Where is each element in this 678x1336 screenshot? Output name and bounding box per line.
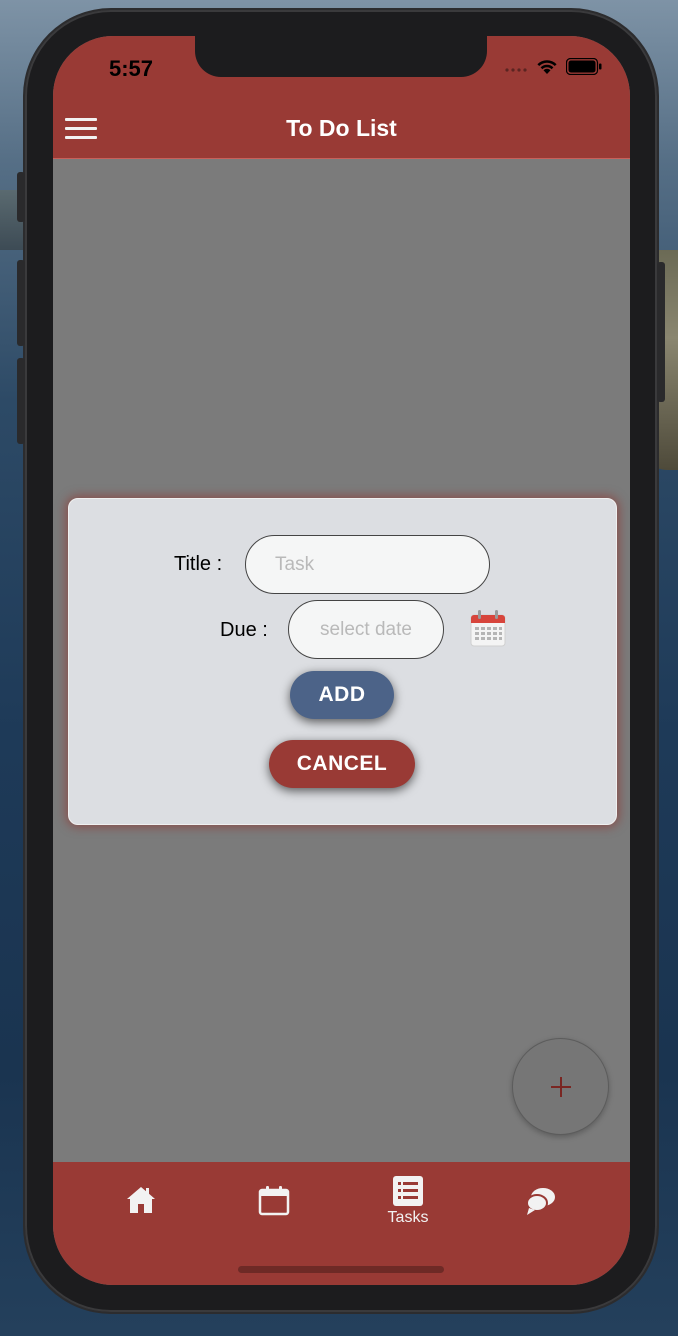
due-label: Due : <box>220 619 268 641</box>
calendar-picker-icon[interactable] <box>470 609 506 647</box>
cellular-signal-icon <box>505 67 527 72</box>
title-input-placeholder: Task <box>275 553 315 575</box>
add-task-fab[interactable] <box>512 1038 609 1135</box>
notch <box>195 36 487 77</box>
tab-chat[interactable] <box>491 1186 591 1240</box>
add-task-dialog: Title : Task Due : select date ADD CANCE… <box>68 498 617 825</box>
power-button <box>657 262 665 402</box>
home-icon <box>127 1187 155 1213</box>
volume-down-button <box>17 358 25 444</box>
due-date-placeholder: select date <box>320 618 412 640</box>
due-date-input[interactable]: select date <box>288 600 444 659</box>
calendar-icon <box>258 1186 290 1216</box>
status-bar: 5:57 <box>53 36 630 96</box>
plus-icon <box>550 1076 571 1097</box>
page-title: To Do List <box>286 115 397 141</box>
add-button[interactable]: ADD <box>290 671 394 719</box>
app-screen: 5:57 To Do List Title: Task Due: selec… <box>53 36 630 1285</box>
volume-up-button <box>17 260 25 346</box>
cancel-button[interactable]: CANCEL <box>269 740 415 788</box>
status-time: 5:57 <box>109 56 154 81</box>
tab-home[interactable] <box>91 1184 191 1238</box>
status-icons <box>504 58 602 75</box>
home-indicator <box>238 1266 444 1273</box>
battery-icon <box>566 58 602 75</box>
wifi-icon <box>537 60 557 74</box>
mute-switch <box>17 172 25 222</box>
tab-calendar[interactable] <box>224 1186 324 1240</box>
title-label: Title : <box>174 553 223 575</box>
list-icon <box>393 1176 423 1206</box>
app-header: To Do List <box>53 96 630 159</box>
tab-tasks[interactable]: Tasks <box>358 1176 458 1230</box>
title-input[interactable]: Task <box>245 535 490 594</box>
tab-tasks-label: Tasks <box>387 1209 429 1226</box>
chat-icon <box>526 1188 555 1215</box>
